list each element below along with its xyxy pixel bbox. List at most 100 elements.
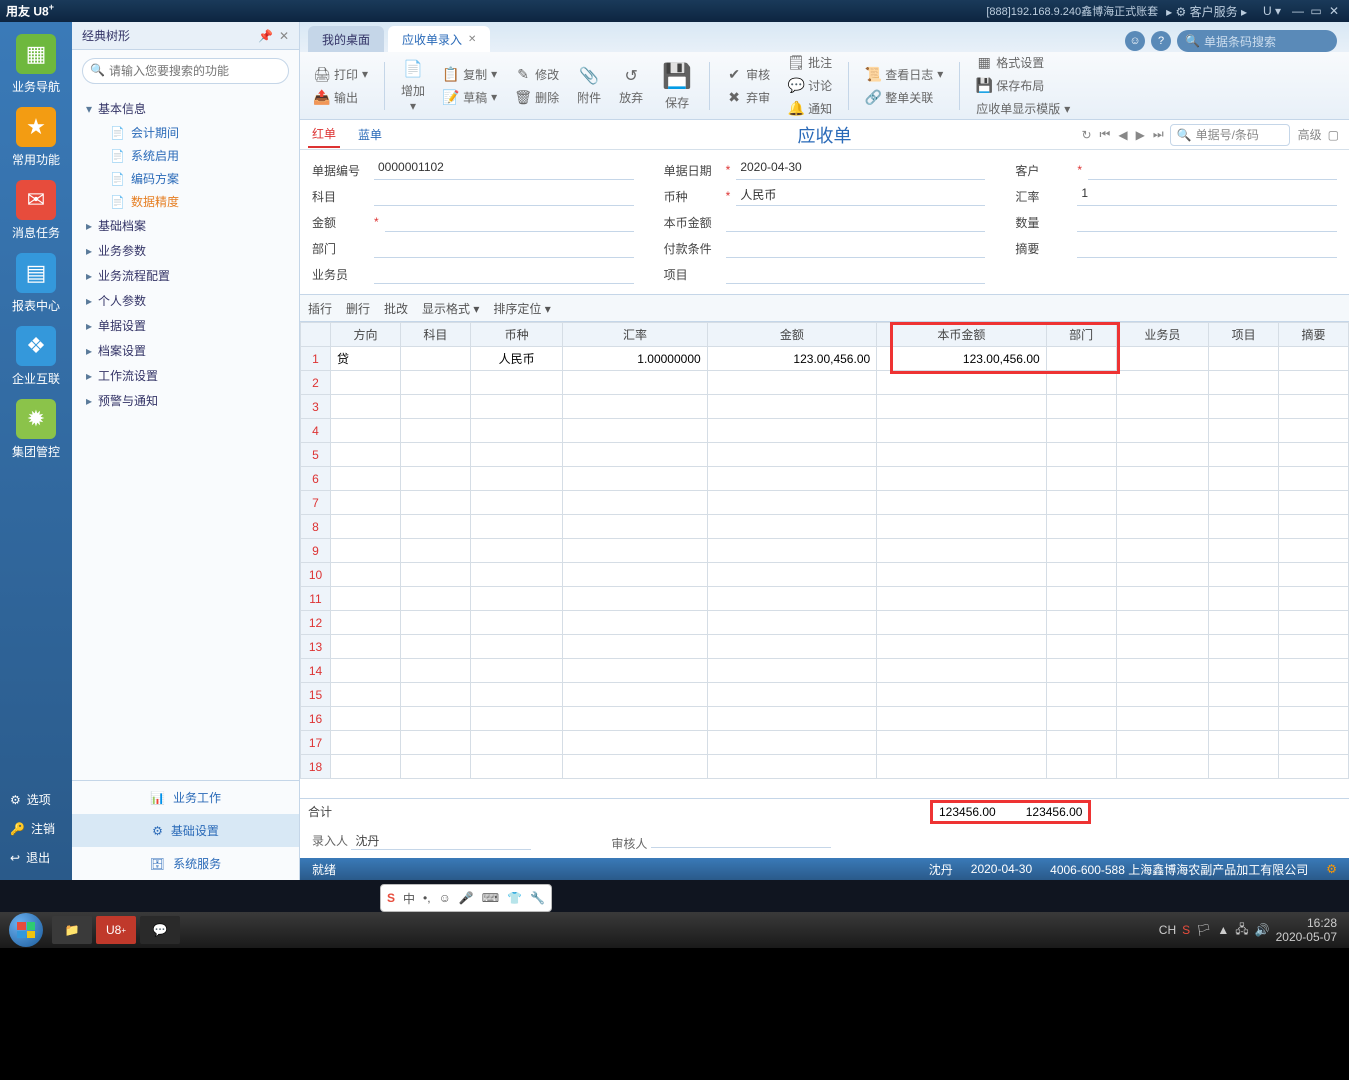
template-button[interactable]: 应收单显示模版 ▾ [970, 98, 1076, 119]
detail-grid[interactable]: 方向 科目 币种 汇率 金额 本币金额 部门 业务员 项目 摘要 1贷人民币1.… [300, 322, 1349, 779]
field-sales[interactable] [374, 264, 634, 284]
col-direction[interactable]: 方向 [331, 323, 401, 347]
rail-common[interactable]: ★常用功能 [6, 107, 66, 168]
tree-bottom-sys[interactable]: 🗄 系统服务 [72, 847, 299, 880]
tree-group-personal[interactable]: 个人参数 [72, 288, 299, 313]
pin-icon[interactable]: 📌 [258, 29, 273, 43]
col-project[interactable]: 项目 [1209, 323, 1279, 347]
table-row[interactable]: 15 [301, 683, 1349, 707]
ime-punct-icon[interactable]: •, [423, 891, 431, 905]
sogou-icon[interactable]: S [387, 891, 395, 905]
field-doc-no[interactable]: 0000001102 [374, 160, 634, 180]
tree-search-input[interactable] [82, 58, 289, 84]
print-button[interactable]: 🖨打印 ▾ [308, 64, 374, 85]
field-qty[interactable] [1077, 212, 1337, 232]
draft-button[interactable]: 📝草稿 ▾ [437, 87, 503, 108]
format-button[interactable]: ▦格式设置 [970, 52, 1076, 73]
status-gear-icon[interactable]: ⚙ [1326, 862, 1337, 876]
explorer-icon[interactable]: 📁 [52, 916, 92, 944]
user-icon[interactable]: ☺ [1125, 31, 1145, 51]
tree-group-doc-settings[interactable]: 单据设置 [72, 313, 299, 338]
table-row[interactable]: 9 [301, 539, 1349, 563]
tree-leaf-enable[interactable]: 📄 系统启用 [72, 144, 299, 167]
field-base-amount[interactable] [726, 212, 986, 232]
table-row[interactable]: 2 [301, 371, 1349, 395]
table-row[interactable]: 7 [301, 491, 1349, 515]
ime-keyboard-icon[interactable]: ⌨ [482, 891, 499, 905]
table-row[interactable]: 8 [301, 515, 1349, 539]
tray-volume-icon[interactable]: 🔊 [1255, 923, 1270, 937]
global-search[interactable]: 🔍 单据条码搜索 [1177, 30, 1337, 52]
tree-close-icon[interactable]: ✕ [279, 29, 289, 43]
help-icon[interactable]: ? [1151, 31, 1171, 51]
first-icon[interactable]: ⏮ [1098, 127, 1113, 142]
table-row[interactable]: 10 [301, 563, 1349, 587]
blue-doc-tab[interactable]: 蓝单 [354, 122, 386, 147]
tab-close-icon[interactable]: ✕ [468, 34, 476, 45]
field-project[interactable] [726, 264, 986, 284]
rail-enterprise[interactable]: ❖企业互联 [6, 326, 66, 387]
notify-button[interactable]: 🔔通知 [782, 98, 838, 119]
table-row[interactable]: 16 [301, 707, 1349, 731]
ime-emoji-icon[interactable]: ☺ [439, 891, 451, 905]
discuss-button[interactable]: 💬讨论 [782, 75, 838, 96]
start-button[interactable] [4, 915, 48, 945]
tray-network-icon[interactable]: 🖧 [1235, 920, 1248, 941]
export-button[interactable]: 📤输出 [308, 87, 374, 108]
field-pay-terms[interactable] [726, 238, 986, 258]
col-amount[interactable]: 金额 [707, 323, 877, 347]
tree-group-archives[interactable]: 基础档案 [72, 213, 299, 238]
tree-leaf-precision[interactable]: 📄 数据精度 [72, 190, 299, 213]
field-currency[interactable]: 人民币 [736, 186, 985, 206]
col-sales[interactable]: 业务员 [1116, 323, 1209, 347]
save-button[interactable]: 💾保存 [655, 56, 699, 115]
tree-group-alerts[interactable]: 预警与通知 [72, 388, 299, 413]
advanced-link[interactable]: 高级 [1298, 126, 1322, 143]
note-button[interactable]: 🗒批注 [782, 52, 838, 73]
tray-up-icon[interactable]: ▲ [1217, 923, 1229, 937]
field-dept[interactable] [374, 238, 634, 258]
rail-logout[interactable]: 🔑 注销 [0, 814, 72, 843]
table-row[interactable]: 1贷人民币1.00000000123.00,456.00123.00,456.0… [301, 347, 1349, 371]
table-row[interactable]: 6 [301, 467, 1349, 491]
col-currency[interactable]: 币种 [470, 323, 563, 347]
red-doc-tab[interactable]: 红单 [308, 121, 340, 148]
customer-service-link[interactable]: ▸ ⚙ 客户服务 ▸ [1166, 3, 1247, 20]
table-row[interactable]: 18 [301, 755, 1349, 779]
col-rate[interactable]: 汇率 [563, 323, 707, 347]
audit-button[interactable]: ✔审核 [720, 64, 776, 85]
next-icon[interactable]: ▶ [1134, 128, 1147, 142]
ime-lang[interactable]: 中 [403, 890, 415, 907]
col-base-amount[interactable]: 本币金额 [877, 323, 1047, 347]
tree-bottom-base[interactable]: ⚙ 基础设置 [72, 814, 299, 847]
col-dept[interactable]: 部门 [1046, 323, 1116, 347]
add-button[interactable]: 📄增加 ▾ [395, 54, 431, 117]
rail-messages[interactable]: ✉消息任务 [6, 180, 66, 241]
table-row[interactable]: 5 [301, 443, 1349, 467]
delete-row-button[interactable]: 删行 [346, 300, 370, 317]
modify-button[interactable]: ✎修改 [509, 64, 565, 85]
table-row[interactable]: 4 [301, 419, 1349, 443]
delete-button[interactable]: 🗑删除 [509, 87, 565, 108]
tree-leaf-coding[interactable]: 📄 编码方案 [72, 167, 299, 190]
ime-skin-icon[interactable]: 👕 [507, 891, 522, 905]
sort-button[interactable]: 排序定位 ▾ [493, 300, 550, 317]
minimize-button[interactable]: — [1289, 4, 1307, 18]
ime-toolbar[interactable]: S 中 •, ☺ 🎤 ⌨ 👕 🔧 [380, 884, 552, 912]
batch-edit-button[interactable]: 批改 [384, 300, 408, 317]
u-menu[interactable]: U ▾ [1263, 4, 1281, 18]
table-row[interactable]: 14 [301, 659, 1349, 683]
rail-reports[interactable]: ▤报表中心 [6, 253, 66, 314]
ime-tools-icon[interactable]: 🔧 [530, 891, 545, 905]
rail-biz-nav[interactable]: ▦业务导航 [6, 34, 66, 95]
prev-icon[interactable]: ◀ [1116, 128, 1129, 142]
last-icon[interactable]: ⏭ [1151, 127, 1166, 142]
col-summary[interactable]: 摘要 [1279, 323, 1349, 347]
field-rate[interactable]: 1 [1077, 186, 1337, 206]
doc-search[interactable]: 🔍 单据号/条码 [1170, 124, 1290, 146]
field-customer[interactable] [1088, 160, 1337, 180]
ime-mic-icon[interactable]: 🎤 [459, 891, 474, 905]
col-subject[interactable]: 科目 [400, 323, 470, 347]
tree-group-workflow-cfg[interactable]: 业务流程配置 [72, 263, 299, 288]
tree-group-workflow-settings[interactable]: 工作流设置 [72, 363, 299, 388]
